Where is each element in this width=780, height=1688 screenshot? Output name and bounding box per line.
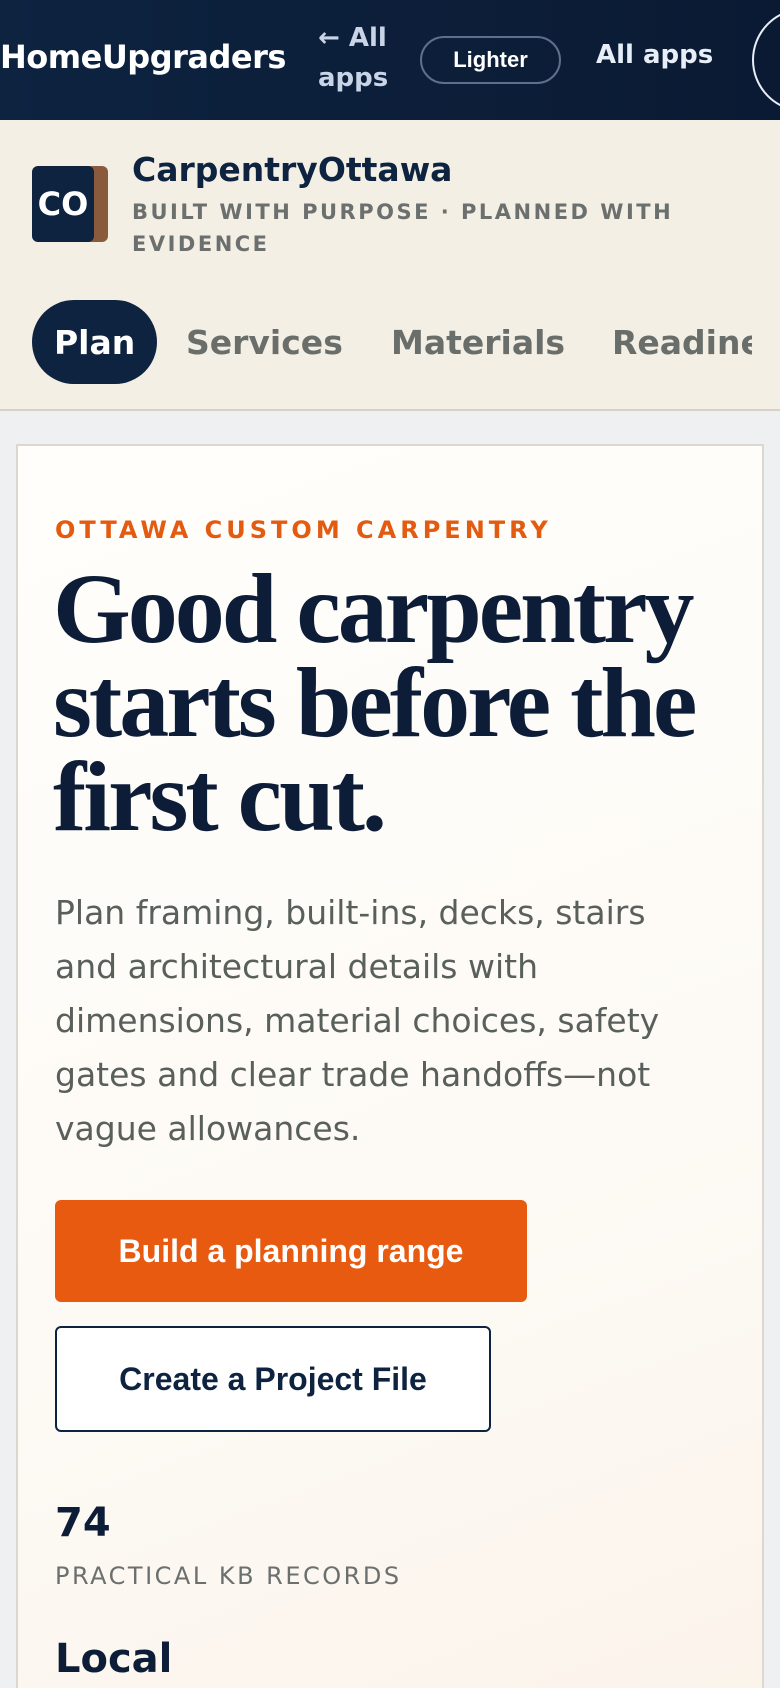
tab-services[interactable]: Services (186, 300, 343, 384)
theme-toggle-button[interactable]: Lighter (420, 36, 561, 84)
brand-logo-text[interactable]: HomeUpgraders (0, 38, 286, 76)
tab-plan[interactable]: Plan (32, 300, 158, 384)
hero-eyebrow: OTTAWA CUSTOM CARPENTRY (55, 516, 552, 544)
site-tagline: BUILT WITH PURPOSE · PLANNED WITH EVIDEN… (132, 200, 674, 256)
all-apps-link[interactable]: All apps (596, 40, 713, 70)
account-avatar-icon[interactable] (752, 8, 780, 112)
top-navigation-bar: HomeUpgraders ← All apps Lighter All app… (0, 0, 780, 120)
site-logo[interactable]: CO (32, 166, 108, 242)
hero-card: OTTAWA CUSTOM CARPENTRY Good carpentry s… (16, 444, 764, 1688)
stat-kb-records-label: PRACTICAL KB RECORDS (55, 1562, 402, 1590)
site-name[interactable]: CarpentryOttawa (132, 150, 452, 189)
build-planning-range-button[interactable]: Build a planning range (55, 1200, 527, 1302)
all-apps-back-link[interactable]: ← All apps (318, 18, 408, 98)
hero-lead: Plan framing, built-ins, decks, stairs a… (55, 893, 660, 1148)
site-header: CO CarpentryOttawa BUILT WITH PURPOSE · … (0, 120, 780, 411)
tab-readiness[interactable]: Readiness (612, 300, 752, 384)
section-tabs: Plan Services Materials Readiness (32, 300, 752, 384)
create-project-file-button[interactable]: Create a Project File (55, 1326, 491, 1432)
logo-monogram: CO (32, 166, 94, 242)
tab-materials[interactable]: Materials (391, 300, 565, 384)
hero-headline: Good carpentry starts before the first c… (53, 553, 697, 852)
page: HomeUpgraders ← All apps Lighter All app… (0, 0, 780, 1688)
stat-kb-records-value: 74 (55, 1500, 111, 1546)
stat-local-value: Local (55, 1636, 173, 1682)
